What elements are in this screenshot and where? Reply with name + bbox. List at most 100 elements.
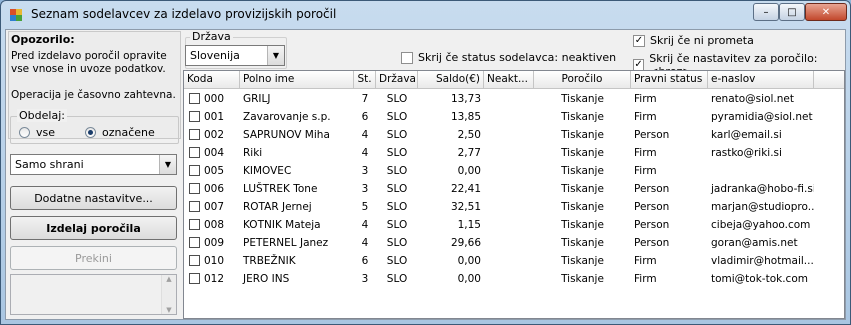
cell-st: 3	[361, 165, 369, 177]
cell-legal: Person	[634, 183, 670, 195]
table-row[interactable]: 012 JERO INS 3 SLO 0,00 Tiskanje Firm tomi@tok-…	[184, 270, 844, 288]
cell-email: karl@email.si	[711, 129, 782, 141]
column-header-code[interactable]: Koda	[184, 71, 240, 89]
cell-balance: 2,50	[457, 129, 481, 141]
cell-report: Tiskanje	[561, 111, 604, 123]
country-select[interactable]: Slovenija ▼	[185, 45, 285, 66]
cell-legal: Person	[634, 129, 670, 141]
column-header-country[interactable]: Država	[376, 71, 418, 89]
table-row[interactable]: 004 Riki 4 SLO 2,77 Tiskanje Firm rastko@riki.s…	[184, 144, 844, 162]
column-header-legal[interactable]: Pravni status	[631, 71, 708, 89]
table-row[interactable]: 010 TRBEŽNIK 6 SLO 0,00 Tiskanje Firm vladimir@…	[184, 252, 844, 270]
hide-no-traffic-checkbox[interactable]: ✓ Skrij če ni prometa	[633, 34, 754, 47]
cell-country: SLO	[386, 111, 408, 123]
table-row[interactable]: 008 KOTNIK Mateja 4 SLO 1,15 Tiskanje Person ci…	[184, 216, 844, 234]
table-row[interactable]: 007 ROTAR Jernej 5 SLO 32,51 Tiskanje Person ma…	[184, 198, 844, 216]
column-header-st[interactable]: St.	[354, 71, 376, 89]
cell-country: SLO	[386, 147, 408, 159]
employees-grid[interactable]: Koda Polno ime St. Država Saldo(€) Neakt... Po…	[183, 70, 845, 319]
cell-balance: 13,85	[450, 111, 481, 123]
close-icon: ✕	[821, 6, 831, 18]
cell-st: 3	[361, 273, 369, 285]
row-checkbox[interactable]	[189, 147, 200, 158]
cell-legal: Person	[634, 201, 670, 213]
cell-st: 4	[361, 147, 369, 159]
cell-legal: Firm	[634, 165, 657, 177]
table-row[interactable]: 001 Zavarovanje s.p. 6 SLO 13,85 Tiskanje Firm…	[184, 108, 844, 126]
table-row[interactable]: 006 LUŠTREK Tone 3 SLO 22,41 Tiskanje Person ja…	[184, 180, 844, 198]
column-header-email[interactable]: e-naslov	[708, 71, 814, 89]
cell-st: 7	[361, 93, 369, 105]
title-bar[interactable]: Seznam sodelavcev za izdelavo provizijsk…	[1, 1, 850, 29]
cell-inactive	[484, 108, 534, 126]
cell-legal: Person	[634, 237, 670, 249]
left-panel: Opozorilo: Pred izdelavo poročil opravit…	[6, 30, 183, 319]
cell-st: 3	[361, 183, 369, 195]
cell-email: vladimir@hotmail....	[711, 255, 814, 267]
cell-name: KIMOVEC	[243, 165, 292, 177]
mode-select[interactable]: Samo shrani ▼	[10, 154, 177, 175]
cell-email	[708, 162, 814, 180]
cell-inactive	[484, 198, 534, 216]
checkbox-checked-icon: ✓	[633, 34, 645, 47]
cell-inactive	[484, 180, 534, 198]
log-scrollbar[interactable]: ▲ ▼	[161, 275, 176, 314]
cell-legal: Firm	[634, 273, 657, 285]
table-row[interactable]: 000 GRILJ 7 SLO 13,73 Tiskanje Firm renato@siol…	[184, 90, 844, 108]
hide-inactive-checkbox[interactable]: Skrij če status sodelavca: neaktiven	[401, 51, 616, 64]
column-header-name[interactable]: Polno ime	[240, 71, 354, 89]
row-checkbox[interactable]	[189, 111, 200, 122]
table-row[interactable]: 002 SAPRUNOV Miha 4 SLO 2,50 Tiskanje Person ka…	[184, 126, 844, 144]
close-button[interactable]: ✕	[805, 3, 847, 21]
cell-report: Tiskanje	[561, 201, 604, 213]
cell-balance: 0,00	[457, 273, 481, 285]
row-checkbox[interactable]	[189, 129, 200, 140]
cell-code: 007	[204, 201, 225, 213]
cancel-button[interactable]: Prekini	[10, 246, 177, 270]
maximize-button[interactable]: □	[779, 3, 805, 21]
row-checkbox[interactable]	[189, 255, 200, 266]
cell-country: SLO	[386, 165, 408, 177]
scroll-up-icon[interactable]: ▲	[166, 275, 171, 283]
cell-name: ROTAR Jernej	[243, 201, 312, 213]
cell-country: SLO	[386, 183, 408, 195]
column-header-inactive[interactable]: Neakt...	[484, 71, 534, 89]
cancel-label: Prekini	[75, 251, 112, 265]
log-textbox[interactable]: ▲ ▼	[10, 274, 177, 315]
table-row[interactable]: 005 KIMOVEC 3 SLO 0,00 Tiskanje Firm	[184, 162, 844, 180]
hide-no-traffic-label: Skrij če ni prometa	[650, 34, 754, 47]
row-checkbox[interactable]	[189, 183, 200, 194]
cell-report: Tiskanje	[561, 165, 604, 177]
radio-selected-icon	[85, 127, 96, 138]
row-checkbox[interactable]	[189, 219, 200, 230]
minimize-button[interactable]: –	[753, 3, 779, 21]
client-area: Opozorilo: Pred izdelavo poročil opravit…	[5, 29, 846, 320]
cell-balance: 0,00	[457, 255, 481, 267]
cell-legal: Firm	[634, 93, 657, 105]
cell-email: tomi@tok-tok.com	[711, 273, 808, 285]
cell-country: SLO	[386, 219, 408, 231]
row-checkbox[interactable]	[189, 237, 200, 248]
scope-all-radio[interactable]: vse	[19, 126, 55, 139]
cell-report: Tiskanje	[561, 183, 604, 195]
row-checkbox[interactable]	[189, 93, 200, 104]
scroll-down-icon[interactable]: ▼	[166, 306, 171, 314]
more-settings-button[interactable]: Dodatne nastavitve...	[10, 186, 177, 210]
row-checkbox[interactable]	[189, 165, 200, 176]
cell-inactive	[484, 270, 534, 288]
column-header-report[interactable]: Poročilo	[534, 71, 631, 89]
row-checkbox[interactable]	[189, 201, 200, 212]
cell-legal: Firm	[634, 255, 657, 267]
scope-selected-radio[interactable]: označene	[85, 126, 155, 139]
make-reports-button[interactable]: Izdelaj poročila	[10, 216, 177, 240]
make-reports-label: Izdelaj poročila	[46, 221, 141, 235]
column-header-balance[interactable]: Saldo(€)	[418, 71, 484, 89]
checkbox-icon	[401, 51, 413, 64]
cell-inactive	[484, 144, 534, 162]
more-settings-label: Dodatne nastavitve...	[34, 191, 153, 205]
cell-report: Tiskanje	[561, 93, 604, 105]
cell-code: 006	[204, 183, 225, 195]
row-checkbox[interactable]	[189, 273, 200, 284]
cell-name: PETERNEL Janez	[243, 237, 329, 249]
table-row[interactable]: 009 PETERNEL Janez 4 SLO 29,66 Tiskanje Person…	[184, 234, 844, 252]
